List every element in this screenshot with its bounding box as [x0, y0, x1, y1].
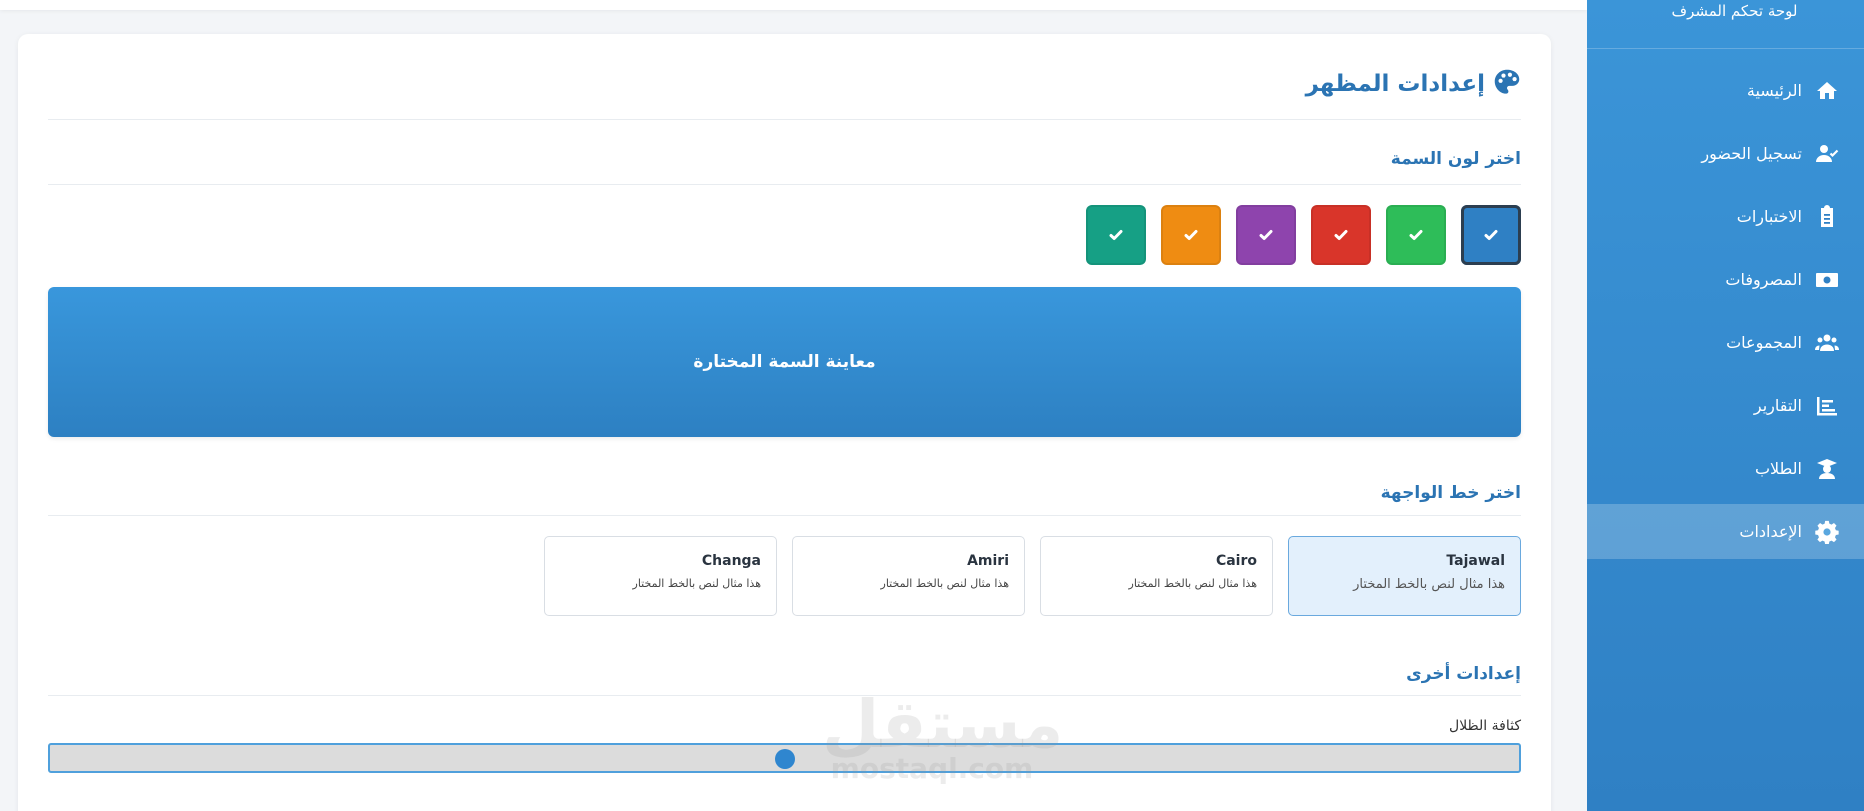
- check-icon: [1334, 230, 1348, 240]
- font-option-name: Cairo: [1215, 553, 1257, 569]
- page-title: إعدادات المظهر: [1305, 70, 1485, 97]
- font-option-cairo[interactable]: Cairo هذا مثال لنص بالخط المختار: [1040, 536, 1273, 616]
- color-swatch-orange[interactable]: [1161, 205, 1221, 265]
- font-section-header: اختر خط الواجهة: [48, 437, 1521, 516]
- shadow-intensity-label: كثافة الظلال: [1449, 718, 1521, 734]
- font-option-sample: هذا مثال لنص بالخط المختار: [1128, 577, 1257, 590]
- sidebar-item-label: الإعدادات: [1739, 522, 1802, 541]
- sidebar-item-label: تسجيل الحضور: [1701, 144, 1802, 163]
- sidebar-item-reports[interactable]: التقارير: [1587, 378, 1864, 433]
- sidebar-item-label: المصروفات: [1725, 270, 1802, 289]
- clipboard-list-icon: [1814, 204, 1840, 230]
- sidebar: لوحة تحكم المشرف الرئيسية تسجيل الحضور ا…: [1587, 0, 1864, 811]
- graduate-icon: [1814, 456, 1840, 482]
- page-header: إعدادات المظهر: [48, 34, 1521, 120]
- color-swatch-list: [48, 205, 1521, 267]
- check-icon: [1184, 230, 1198, 240]
- sidebar-item-settings[interactable]: الإعدادات: [1587, 504, 1864, 559]
- appearance-settings-card: إعدادات المظهر اختر لون السمة معاينة الس…: [18, 34, 1551, 811]
- font-option-tajawal[interactable]: Tajawal هذا مثال لنص بالخط المختار: [1288, 536, 1521, 616]
- slider-thumb[interactable]: [774, 749, 795, 769]
- gear-icon: [1814, 519, 1840, 545]
- font-option-sample: هذا مثال لنص بالخط المختار: [880, 577, 1009, 590]
- sidebar-nav: الرئيسية تسجيل الحضور الاختبارات المصروف…: [1587, 63, 1864, 559]
- font-option-amiri[interactable]: Amiri هذا مثال لنص بالخط المختار: [792, 536, 1025, 616]
- sidebar-item-attendance[interactable]: تسجيل الحضور: [1587, 126, 1864, 181]
- sidebar-item-label: المجموعات: [1726, 333, 1802, 352]
- font-option-sample: هذا مثال لنص بالخط المختار: [1353, 577, 1505, 592]
- top-bar: [0, 0, 1587, 10]
- user-check-icon: [1814, 141, 1840, 167]
- sidebar-item-exams[interactable]: الاختبارات: [1587, 189, 1864, 244]
- color-swatch-red[interactable]: [1311, 205, 1371, 265]
- users-icon: [1814, 330, 1840, 356]
- color-swatch-green[interactable]: [1386, 205, 1446, 265]
- sidebar-item-label: الطلاب: [1754, 459, 1802, 478]
- font-section-title: اختر خط الواجهة: [1380, 482, 1521, 503]
- sidebar-item-home[interactable]: الرئيسية: [1587, 63, 1864, 118]
- shadow-intensity-slider[interactable]: [48, 743, 1521, 773]
- theme-preview-banner: معاينة السمة المختارة: [48, 287, 1521, 437]
- sidebar-item-label: التقارير: [1753, 396, 1802, 415]
- font-option-name: Amiri: [967, 553, 1009, 569]
- palette-icon: [1493, 68, 1521, 100]
- color-swatch-blue[interactable]: [1461, 205, 1521, 265]
- font-option-sample: هذا مثال لنص بالخط المختار: [632, 577, 761, 590]
- theme-color-section-header: اختر لون السمة: [48, 120, 1521, 185]
- theme-preview-text: معاينة السمة المختارة: [693, 352, 876, 372]
- chart-bar-icon: [1814, 393, 1840, 419]
- sidebar-item-students[interactable]: الطلاب: [1587, 441, 1864, 496]
- font-option-name: Changa: [701, 553, 761, 569]
- other-settings-section-header: إعدادات أخرى: [48, 616, 1521, 696]
- font-option-name: Tajawal: [1446, 553, 1505, 569]
- font-option-changa[interactable]: Changa هذا مثال لنص بالخط المختار: [544, 536, 777, 616]
- color-swatch-purple[interactable]: [1236, 205, 1296, 265]
- other-settings-section-title: إعدادات أخرى: [1406, 663, 1521, 684]
- theme-color-section-title: اختر لون السمة: [1390, 149, 1521, 169]
- sidebar-brand: لوحة تحكم المشرف: [1587, 0, 1864, 49]
- money-bill-icon: [1814, 267, 1840, 293]
- app-root: لوحة تحكم المشرف الرئيسية تسجيل الحضور ا…: [0, 0, 1864, 811]
- font-option-list: Tajawal هذا مثال لنص بالخط المختار Cairo…: [48, 536, 1521, 616]
- check-icon: [1484, 230, 1498, 240]
- home-icon: [1814, 78, 1840, 104]
- check-icon: [1409, 230, 1423, 240]
- color-swatch-teal[interactable]: [1086, 205, 1146, 265]
- check-icon: [1259, 230, 1273, 240]
- sidebar-item-groups[interactable]: المجموعات: [1587, 315, 1864, 370]
- sidebar-item-label: الاختبارات: [1736, 207, 1802, 226]
- sidebar-item-label: الرئيسية: [1746, 81, 1802, 100]
- check-icon: [1109, 230, 1123, 240]
- sidebar-item-expenses[interactable]: المصروفات: [1587, 252, 1864, 307]
